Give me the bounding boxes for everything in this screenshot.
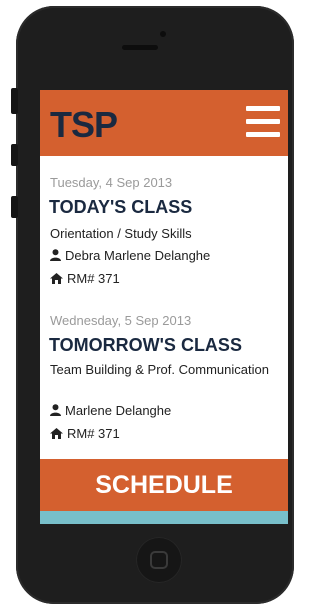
today-room-row: RM# 371 (50, 271, 120, 287)
tomorrow-course: Team Building & Prof. Communication (50, 362, 269, 377)
tomorrow-heading: TOMORROW'S CLASS (49, 335, 242, 355)
app-screen: TSP Tuesday, 4 Sep 2013 TODAY'S CLASS Or… (40, 90, 288, 524)
menu-bar (246, 106, 280, 111)
tomorrow-room-row: RM# 371 (50, 426, 120, 442)
app-logo: TSP (50, 104, 118, 145)
menu-bar (246, 119, 280, 124)
today-date: Tuesday, 4 Sep 2013 (50, 175, 173, 190)
home-icon (50, 427, 63, 442)
today-instructor-row: Debra Marlene Delanghe (50, 248, 210, 264)
today-course: Orientation / Study Skills (50, 226, 192, 241)
front-camera (160, 31, 166, 37)
schedule-button[interactable]: SCHEDULE (40, 459, 288, 511)
menu-bar (246, 132, 280, 137)
volume-up-button (11, 144, 18, 166)
hamburger-menu-icon[interactable] (246, 106, 280, 138)
footer-strip (40, 511, 288, 524)
mute-switch (11, 88, 18, 114)
volume-down-button (11, 196, 18, 218)
user-icon (50, 249, 61, 264)
home-button-square-icon (150, 551, 168, 569)
today-instructor: Debra Marlene Delanghe (65, 248, 211, 263)
user-icon (50, 404, 61, 419)
tomorrow-instructor-row: Marlene Delanghe (50, 403, 171, 419)
tomorrow-instructor: Marlene Delanghe (65, 403, 172, 418)
today-room: RM# 371 (67, 271, 120, 286)
today-heading: TODAY'S CLASS (49, 197, 193, 217)
tomorrow-room: RM# 371 (67, 426, 120, 441)
tomorrow-date: Wednesday, 5 Sep 2013 (50, 313, 192, 328)
earpiece-speaker (122, 45, 158, 50)
app-header: TSP (40, 90, 288, 156)
home-icon (50, 272, 63, 287)
